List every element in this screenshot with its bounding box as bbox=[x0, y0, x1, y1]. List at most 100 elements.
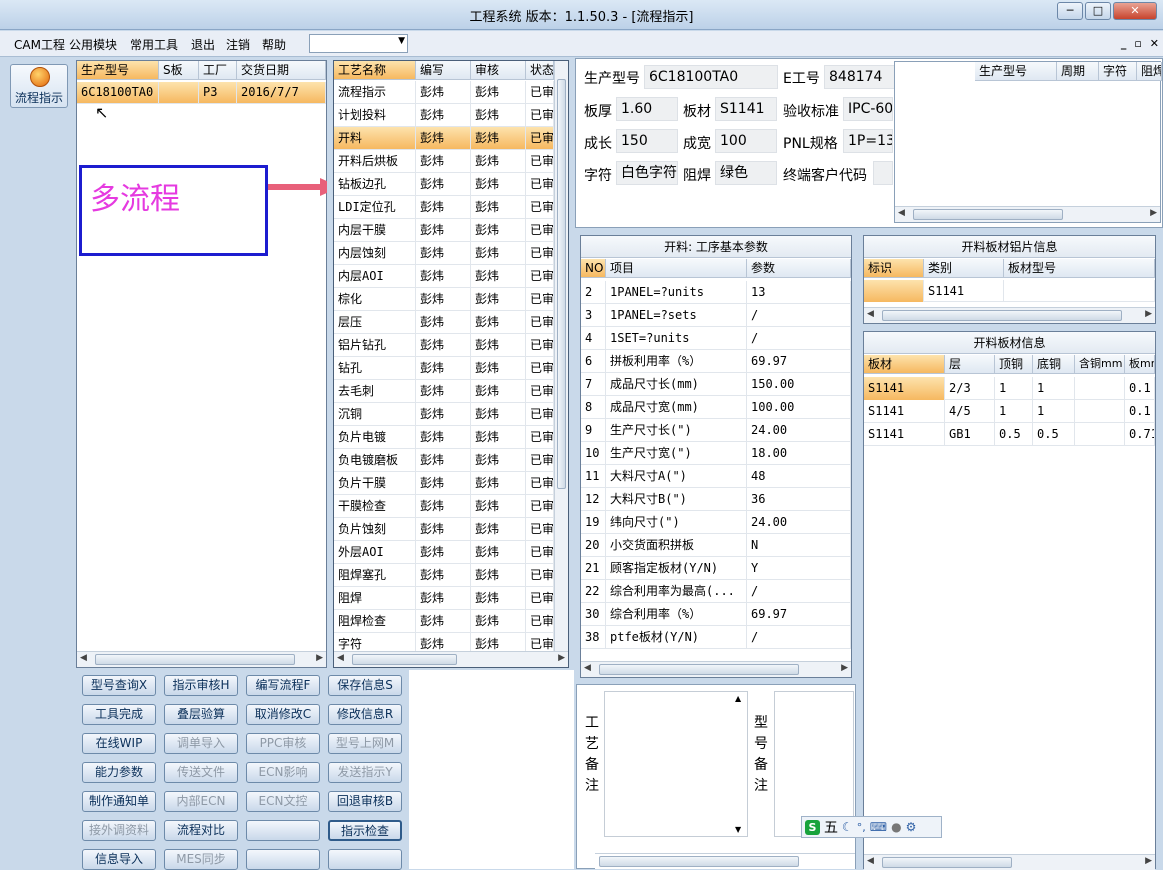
action-button[interactable]: 传送文件 bbox=[164, 762, 238, 783]
mini-col-cycle[interactable]: 周期 bbox=[1057, 62, 1099, 81]
action-button[interactable]: ECN影响 bbox=[246, 762, 320, 783]
action-button[interactable] bbox=[246, 820, 320, 841]
action-button[interactable]: 型号上网M bbox=[328, 733, 402, 754]
table-row[interactable]: 11 大料尺寸A(") 48 bbox=[581, 465, 851, 488]
process-col-status[interactable]: 状态 bbox=[526, 61, 554, 80]
action-button[interactable]: 编写流程F bbox=[246, 675, 320, 696]
table-row[interactable]: 字符 彭炜 彭炜 已审 bbox=[334, 633, 554, 651]
action-button[interactable]: 修改信息R bbox=[328, 704, 402, 725]
menu-common-modules[interactable]: 公用模块 bbox=[69, 36, 117, 53]
table-row[interactable]: 负片电镀 彭炜 彭炜 已审 bbox=[334, 426, 554, 449]
action-button[interactable]: 回退审核B bbox=[328, 791, 402, 812]
mini-hscroll[interactable]: ◀ ▶ bbox=[895, 206, 1160, 222]
menu-cam[interactable]: CAM工程 bbox=[14, 36, 65, 53]
table-row[interactable]: 层压 彭炜 彭炜 已审 bbox=[334, 311, 554, 334]
wrench-icon[interactable]: ⚙ bbox=[906, 820, 917, 834]
table-row[interactable]: 阻焊 彭炜 彭炜 已审 bbox=[334, 587, 554, 610]
mdi-close-button[interactable]: ✕ bbox=[1150, 37, 1159, 50]
table-row[interactable]: 棕化 彭炜 彭炜 已审 bbox=[334, 288, 554, 311]
board-col-cu[interactable]: 含铜mm bbox=[1075, 355, 1125, 374]
action-button[interactable]: 制作通知单 bbox=[82, 791, 156, 812]
table-row[interactable]: 外层AOI 彭炜 彭炜 已审 bbox=[334, 541, 554, 564]
action-button[interactable]: 保存信息S bbox=[328, 675, 402, 696]
char-value[interactable]: 白色字符 bbox=[616, 161, 678, 185]
action-button[interactable]: 信息导入 bbox=[82, 849, 156, 870]
menu-exit[interactable]: 退出 bbox=[191, 36, 215, 53]
action-button[interactable] bbox=[328, 849, 402, 870]
table-row[interactable]: 开料后烘板 彭炜 彭炜 已审 bbox=[334, 150, 554, 173]
table-row[interactable]: 阻焊塞孔 彭炜 彭炜 已审 bbox=[334, 564, 554, 587]
maximize-button[interactable]: □ bbox=[1085, 2, 1111, 20]
table-row[interactable]: 内层干膜 彭炜 彭炜 已审 bbox=[334, 219, 554, 242]
action-button[interactable]: 接外调资料 bbox=[82, 820, 156, 841]
alu-col-model[interactable]: 板材型号 bbox=[1004, 259, 1155, 278]
action-button[interactable]: 调单导入 bbox=[164, 733, 238, 754]
action-button[interactable]: 型号查询X bbox=[82, 675, 156, 696]
process-note-field[interactable]: ▲ ▼ bbox=[604, 691, 748, 837]
order-col-s[interactable]: S板 bbox=[159, 61, 199, 80]
action-button[interactable]: MES同步 bbox=[164, 849, 238, 870]
board-hscroll[interactable]: ◀ ▶ bbox=[864, 854, 1155, 870]
minimize-button[interactable]: ─ bbox=[1057, 2, 1083, 20]
table-row[interactable]: 去毛刺 彭炜 彭炜 已审 bbox=[334, 380, 554, 403]
table-row[interactable]: 4 1SET=?units / bbox=[581, 327, 851, 350]
width-value[interactable]: 100 bbox=[715, 129, 777, 153]
table-row[interactable]: 内层蚀刻 彭炜 彭炜 已审 bbox=[334, 242, 554, 265]
table-row[interactable]: 负片蚀刻 彭炜 彭炜 已审 bbox=[334, 518, 554, 541]
length-value[interactable]: 150 bbox=[616, 129, 678, 153]
table-row[interactable]: 2 1PANEL=?units 13 bbox=[581, 281, 851, 304]
process-vscroll[interactable] bbox=[554, 61, 568, 651]
customer-code-value[interactable] bbox=[873, 161, 893, 185]
action-button[interactable]: 内部ECN bbox=[164, 791, 238, 812]
action-button[interactable]: 工具完成 bbox=[82, 704, 156, 725]
table-row[interactable]: 阻焊检查 彭炜 彭炜 已审 bbox=[334, 610, 554, 633]
table-row[interactable]: 21 顾客指定板材(Y/N) Y bbox=[581, 557, 851, 580]
alu-col-type[interactable]: 类别 bbox=[924, 259, 1004, 278]
alu-col-flag[interactable]: 标识 bbox=[864, 259, 924, 278]
ime-toolbar[interactable]: S 五 ☾ °, ⌨ ● ⚙ bbox=[801, 816, 942, 838]
table-row[interactable]: 3 1PANEL=?sets / bbox=[581, 304, 851, 327]
keyboard-icon[interactable]: ⌨ bbox=[870, 820, 887, 834]
scroll-thumb[interactable] bbox=[557, 79, 566, 489]
table-row[interactable]: 30 综合利用率（%） 69.97 bbox=[581, 603, 851, 626]
order-col-model[interactable]: 生产型号 bbox=[77, 61, 159, 80]
process-col-author[interactable]: 编写 bbox=[416, 61, 471, 80]
order-col-date[interactable]: 交货日期 bbox=[237, 61, 326, 80]
ime-mode-label[interactable]: 五 bbox=[824, 817, 838, 837]
table-row[interactable]: 钻孔 彭炜 彭炜 已审 bbox=[334, 357, 554, 380]
table-row[interactable]: 负电镀磨板 彭炜 彭炜 已审 bbox=[334, 449, 554, 472]
material-value[interactable]: S1141 bbox=[715, 97, 777, 121]
table-row[interactable]: LDI定位孔 彭炜 彭炜 已审 bbox=[334, 196, 554, 219]
board-col-layer[interactable]: 层 bbox=[945, 355, 995, 374]
params-col-value[interactable]: 参数 bbox=[747, 259, 851, 278]
menu-combo[interactable]: ▼ bbox=[309, 34, 408, 53]
close-button[interactable]: ✕ bbox=[1113, 2, 1157, 20]
scroll-thumb[interactable] bbox=[913, 209, 1063, 220]
note-vscroll[interactable]: ▲ ▼ bbox=[733, 692, 747, 836]
table-row[interactable]: 钻板边孔 彭炜 彭炜 已审 bbox=[334, 173, 554, 196]
menu-logout[interactable]: 注销 bbox=[226, 36, 250, 53]
mini-col-char[interactable]: 字符 bbox=[1099, 62, 1137, 81]
process-hscroll[interactable]: ◀ ▶ bbox=[334, 651, 568, 667]
user-icon[interactable]: ● bbox=[891, 820, 901, 834]
board-col-material[interactable]: 板材 bbox=[864, 355, 945, 374]
table-row[interactable]: 19 纬向尺寸(") 24.00 bbox=[581, 511, 851, 534]
process-col-name[interactable]: 工艺名称 bbox=[334, 61, 416, 80]
table-row[interactable]: S1141 2/3 1 1 0.1 bbox=[864, 377, 1155, 400]
action-button[interactable]: ECN文控 bbox=[246, 791, 320, 812]
action-button[interactable]: 能力参数 bbox=[82, 762, 156, 783]
sidenav-item-flow[interactable]: 流程指示 bbox=[10, 64, 68, 108]
table-row[interactable]: 8 成品尺寸宽(mm) 100.00 bbox=[581, 396, 851, 419]
table-row[interactable]: 22 综合利用率为最高(... / bbox=[581, 580, 851, 603]
action-button[interactable]: 叠层验算 bbox=[164, 704, 238, 725]
punctuation-icon[interactable]: °, bbox=[857, 821, 866, 834]
action-button[interactable]: 流程对比 bbox=[164, 820, 238, 841]
table-row[interactable]: 20 小交货面积拼板 N bbox=[581, 534, 851, 557]
scroll-thumb[interactable] bbox=[599, 856, 799, 867]
alu-hscroll[interactable]: ◀ ▶ bbox=[864, 307, 1155, 323]
menu-help[interactable]: 帮助 bbox=[262, 36, 286, 53]
table-row[interactable]: 负片干膜 彭炜 彭炜 已审 bbox=[334, 472, 554, 495]
action-button[interactable]: 发送指示Y bbox=[328, 762, 402, 783]
scroll-thumb[interactable] bbox=[882, 857, 1012, 868]
action-button[interactable]: PPC审核 bbox=[246, 733, 320, 754]
